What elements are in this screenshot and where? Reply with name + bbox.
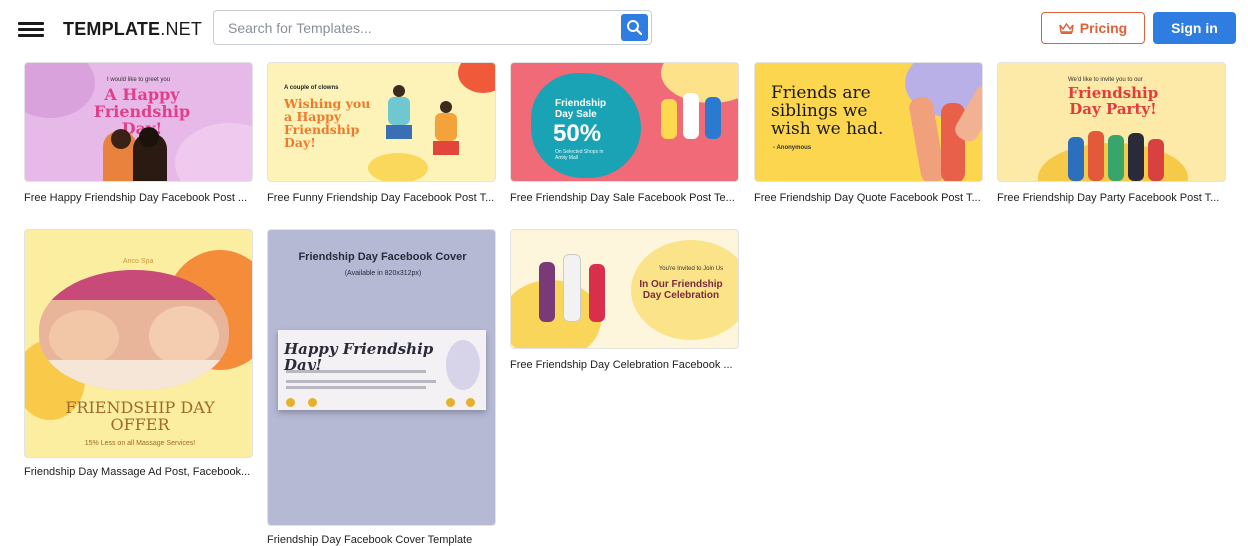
template-caption[interactable]: Free Funny Friendship Day Facebook Post … bbox=[267, 192, 502, 204]
search-button[interactable] bbox=[621, 14, 648, 41]
crown-icon bbox=[1059, 22, 1074, 34]
top-header: TEMPLATE.NET Pricing Sign in bbox=[0, 0, 1248, 58]
template-thumbnail[interactable]: I would like to greet you A Happy Friend… bbox=[24, 62, 253, 182]
template-thumbnail[interactable]: Friendship Day Sale 50% On Selected Shop… bbox=[510, 62, 739, 182]
template-thumbnail[interactable]: Anco Spa FRIENDSHIP DAY OFFER 15% Less o… bbox=[24, 229, 253, 458]
template-thumbnail[interactable]: Friendship Day Facebook Cover (Available… bbox=[267, 229, 496, 526]
template-caption[interactable]: Free Friendship Day Celebration Facebook… bbox=[510, 359, 745, 371]
template-thumbnail[interactable]: We'd like to invite you to our Friendshi… bbox=[997, 62, 1226, 182]
sign-in-label: Sign in bbox=[1171, 20, 1218, 36]
template-caption[interactable]: Friendship Day Massage Ad Post, Facebook… bbox=[24, 466, 259, 478]
template-caption[interactable]: Free Friendship Day Quote Facebook Post … bbox=[754, 192, 989, 204]
pricing-button[interactable]: Pricing bbox=[1041, 12, 1145, 44]
pricing-label: Pricing bbox=[1079, 20, 1128, 36]
template-thumbnail[interactable]: You're Invited to Join Us In Our Friends… bbox=[510, 229, 739, 349]
template-caption[interactable]: Free Friendship Day Party Facebook Post … bbox=[997, 192, 1232, 204]
template-caption[interactable]: Free Happy Friendship Day Facebook Post … bbox=[24, 192, 259, 204]
search-box bbox=[213, 10, 652, 45]
sign-in-button[interactable]: Sign in bbox=[1153, 12, 1236, 44]
template-thumbnail[interactable]: Friends are siblings we wish we had. - A… bbox=[754, 62, 983, 182]
template-caption[interactable]: Friendship Day Facebook Cover Template bbox=[267, 534, 502, 546]
hamburger-menu-icon[interactable] bbox=[18, 22, 44, 38]
search-input[interactable] bbox=[228, 19, 608, 37]
site-logo[interactable]: TEMPLATE.NET bbox=[63, 19, 202, 40]
template-caption[interactable]: Free Friendship Day Sale Facebook Post T… bbox=[510, 192, 745, 204]
template-thumbnail[interactable]: A couple of clowns Wishing you a Happy F… bbox=[267, 62, 496, 182]
search-icon bbox=[627, 20, 643, 36]
